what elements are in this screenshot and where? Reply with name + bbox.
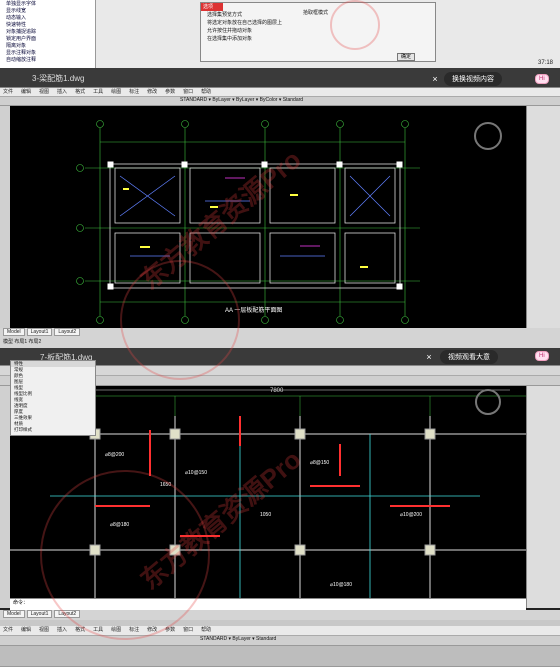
tree-item[interactable]: 隔离对象 (0, 42, 95, 49)
close-icon[interactable]: × (422, 350, 436, 364)
tree-item[interactable]: 单独显示字体 (0, 0, 95, 7)
tree-item[interactable]: 动态输入 (0, 14, 95, 21)
options-tree[interactable]: 单独显示字体 显示线宽 动态输入 快速特性 对象捕捉追踪 锁定用户界面 隔离对象… (0, 0, 96, 68)
toolbar[interactable]: STANDARD ▾ ByLayer ▾ Standard (0, 636, 560, 646)
radio-label[interactable]: 拾取框模式 (297, 9, 328, 17)
tab-model[interactable]: Model (3, 610, 25, 618)
command-line[interactable]: 命令： (10, 598, 526, 610)
hi-badge[interactable]: Hi (535, 74, 549, 84)
menu-item[interactable]: 插入 (57, 627, 67, 633)
menu-item[interactable]: 工具 (93, 627, 103, 633)
menu-bar: 文件 编辑 视图 插入 格式 工具 绘图 标注 修改 参数 窗口 帮助 (0, 88, 560, 97)
rebar-tag: 1050 (260, 512, 271, 518)
window-title: 3-梁配筋1.dwg (32, 74, 85, 83)
left-toolbar[interactable] (0, 386, 10, 608)
ok-button[interactable]: 确定 (397, 53, 415, 61)
video-pill[interactable]: 视频观看大意 (440, 350, 498, 364)
tab-layout2[interactable]: Layout2 (54, 328, 81, 336)
viewcube-icon (474, 122, 502, 150)
properties-panel[interactable]: 特性 常规 颜色 图层 线型 线型比例 线宽 透明度 厚度 三维效果 材质 打印… (10, 360, 96, 436)
menu-item[interactable]: 帮助 (201, 627, 211, 633)
menu-item[interactable]: 编辑 (21, 627, 31, 633)
right-toolbar[interactable] (526, 386, 560, 608)
top-dialog-region: 单独显示字体 显示线宽 动态输入 快速特性 对象捕捉追踪 锁定用户界面 隔离对象… (0, 0, 560, 68)
menu-item[interactable]: 修改 (147, 627, 157, 633)
tree-item[interactable]: 自动缩放注释 (0, 56, 95, 63)
menu-item[interactable]: 参数 (165, 627, 175, 633)
hi-badge[interactable]: Hi (535, 351, 549, 361)
rebar-tag: 1650 (160, 482, 171, 488)
drawing-caption: AA 一层板配筋平面图 (225, 306, 282, 314)
dialog-title: 选项 (201, 3, 223, 11)
tab-model[interactable]: Model (3, 328, 25, 336)
dialog-checkbox[interactable]: 允许按住并拖动对象 (201, 27, 435, 35)
rebar-tag: ⌀8@200 (105, 452, 124, 458)
tab-layout1[interactable]: Layout1 (26, 610, 53, 618)
dialog-checkbox[interactable]: 在选择集中添加对象 (201, 35, 435, 43)
video-pill[interactable]: 换换视频内容 (444, 72, 502, 86)
options-dialog: 选项 选择集预览方式 将选定对象放在自己选择的图层上 允许按住并拖动对象 在选择… (200, 2, 436, 62)
cad-window-1: 3-梁配筋1.dwg × 换换视频内容 Hi 文件 编辑 视图 插入 格式 工具 绘图 标注 修… (0, 68, 560, 348)
menu-item[interactable]: 绘图 (111, 89, 121, 95)
rebar-tag: ⌀8@150 (310, 460, 329, 466)
layout-tabs[interactable]: Model Layout1 Layout2 (0, 610, 560, 620)
drawing-canvas[interactable]: AA 一层板配筋平面图 (10, 106, 526, 328)
left-toolbar[interactable] (0, 106, 10, 328)
toolbar[interactable]: STANDARD ▾ ByLayer ▾ ByLayer ▾ ByColor ▾… (0, 97, 560, 106)
menu-item[interactable]: 标注 (129, 89, 139, 95)
menu-item[interactable]: 视图 (39, 89, 49, 95)
menu-item[interactable]: 文件 (3, 89, 13, 95)
menu-item[interactable]: 文件 (3, 627, 13, 633)
tree-item[interactable]: 对象捕捉追踪 (0, 28, 95, 35)
menu-item[interactable]: 格式 (75, 89, 85, 95)
right-toolbar[interactable] (526, 106, 560, 328)
tab-layout1[interactable]: Layout1 (26, 328, 53, 336)
rebar-tag: ⌀10@200 (400, 512, 422, 518)
menu-item[interactable]: 标注 (129, 627, 139, 633)
floor-plan-drawing: AA 一层板配筋平面图 (76, 120, 502, 324)
tree-item[interactable]: 锁定用户界面 (0, 35, 95, 42)
menu-item[interactable]: 帮助 (201, 89, 211, 95)
menu-bar: 文件 编辑 视图 插入 格式 工具 绘图 标注 修改 参数 窗口 帮助 (0, 626, 560, 636)
rebar-tag: ⌀10@180 (330, 582, 352, 588)
toolbar[interactable] (0, 646, 560, 667)
menu-item[interactable]: 插入 (57, 89, 67, 95)
tree-item[interactable]: 显示线宽 (0, 7, 95, 14)
cad-window-2: 7-板配筋1.dwg × 视频观看大意 Hi 7800 ⌀8@200 ⌀10@1… (0, 348, 560, 620)
menu-item[interactable]: 修改 (147, 89, 157, 95)
menu-item[interactable]: 格式 (75, 627, 85, 633)
menu-item[interactable]: 参数 (165, 89, 175, 95)
tree-item[interactable]: 快速特性 (0, 21, 95, 28)
tab-layout2[interactable]: Layout2 (54, 610, 81, 618)
tree-item[interactable]: 显示注释对象 (0, 49, 95, 56)
video-timecode: 37:18 (538, 60, 554, 66)
menu-item[interactable]: 视图 (39, 627, 49, 633)
dialog-checkbox[interactable]: 将选定对象放在自己选择的图层上 (201, 19, 435, 27)
rebar-tag: ⌀10@150 (185, 470, 207, 476)
layout-tabs[interactable]: Model Layout1 Layout2 (0, 328, 560, 338)
menu-item[interactable]: 绘图 (111, 627, 121, 633)
menu-item[interactable]: 窗口 (183, 627, 193, 633)
menu-item[interactable]: 工具 (93, 89, 103, 95)
close-icon[interactable]: × (428, 72, 442, 86)
menu-item[interactable]: 窗口 (183, 89, 193, 95)
status-bar: 模型 布局1 布局2 (0, 338, 560, 348)
prop-row[interactable]: 打印样式 (11, 427, 95, 433)
dimension-label: 7800 (270, 388, 284, 394)
viewcube-icon (475, 389, 501, 415)
rebar-tag: ⌀8@180 (110, 522, 129, 528)
cad-window-3: 文件 编辑 视图 插入 格式 工具 绘图 标注 修改 参数 窗口 帮助 STANDARD ▾ ByLa… (0, 620, 560, 667)
menu-item[interactable]: 编辑 (21, 89, 31, 95)
